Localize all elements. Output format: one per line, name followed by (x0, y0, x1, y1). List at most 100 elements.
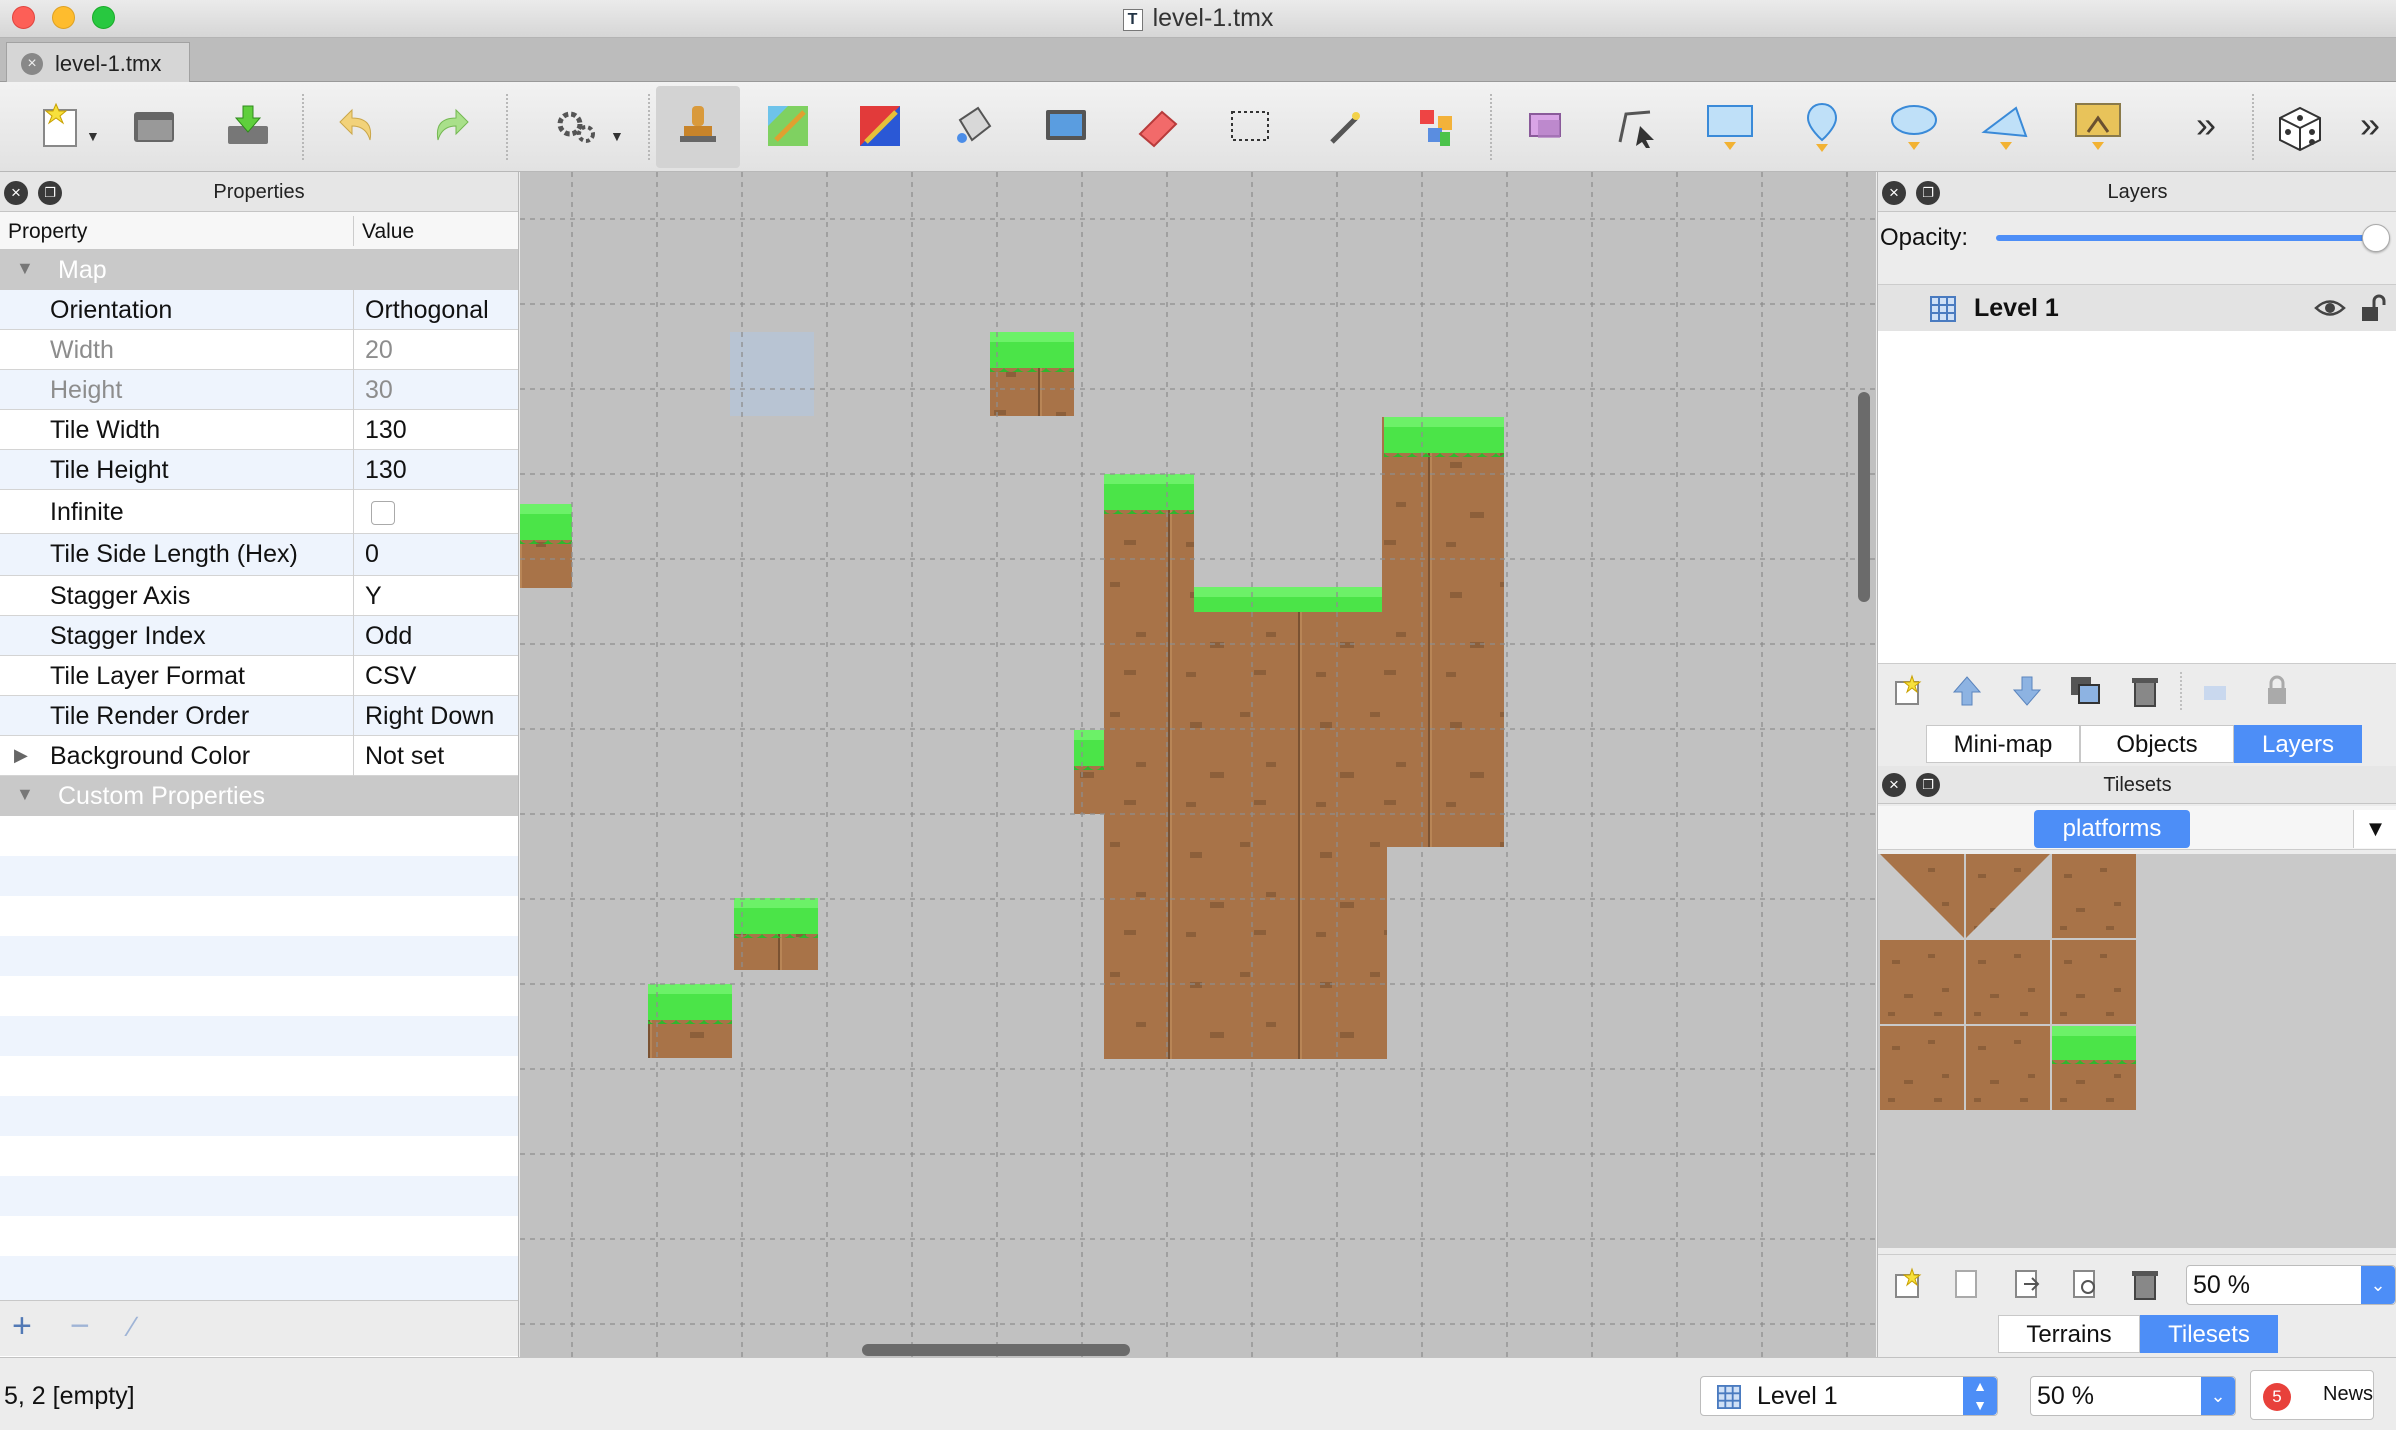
property-row-orientation[interactable]: Orientation Orthogonal (0, 290, 518, 330)
current-layer-select[interactable]: Level 1 ▲ ▼ (1700, 1376, 1998, 1416)
close-panel-icon[interactable]: × (1882, 181, 1906, 205)
tile-dirt[interactable] (1880, 940, 1964, 1024)
float-panel-icon[interactable]: ❐ (38, 181, 62, 205)
property-row-tile-width[interactable]: Tile Width 130 (0, 410, 518, 450)
delete-layer-icon[interactable] (2128, 674, 2162, 708)
new-tileset-icon[interactable] (1892, 1267, 1926, 1301)
close-panel-icon[interactable]: × (4, 181, 28, 205)
vertical-scrollbar[interactable] (1858, 392, 1870, 602)
tab-level-1[interactable]: × level-1.tmx (6, 42, 190, 82)
infinite-checkbox[interactable] (371, 501, 395, 525)
property-value[interactable]: 0 (365, 540, 379, 569)
property-row-tile-layer-format[interactable]: Tile Layer Format CSV (0, 656, 518, 696)
undo-icon[interactable] (330, 96, 390, 156)
layer-row-level-1[interactable]: Level 1 (1878, 285, 2396, 331)
updown-arrows-icon[interactable]: ▲ ▼ (1963, 1377, 1997, 1415)
property-value[interactable]: CSV (365, 662, 416, 691)
horizontal-scrollbar[interactable] (862, 1344, 1130, 1356)
embed-tileset-icon[interactable] (1950, 1267, 1984, 1301)
tile-grass-top[interactable] (2052, 1026, 2136, 1110)
map-canvas[interactable] (520, 172, 1876, 1357)
select-objects-icon[interactable] (1516, 96, 1576, 156)
wang-brush-icon[interactable] (850, 96, 910, 156)
chevron-down-icon[interactable]: ▼ (610, 128, 624, 144)
select-same-tile-icon[interactable] (1406, 96, 1466, 156)
overflow-chevron-icon[interactable]: » (2196, 104, 2216, 146)
bucket-fill-icon[interactable] (944, 96, 1004, 156)
property-row-tile-height[interactable]: Tile Height 130 (0, 450, 518, 490)
group-map[interactable]: ▼ Map (0, 250, 518, 290)
disclosure-triangle-icon[interactable]: ▼ (16, 258, 34, 279)
tile-slope-right[interactable] (1966, 854, 2050, 938)
tab-objects[interactable]: Objects (2080, 725, 2234, 763)
property-row-stagger-axis[interactable]: Stagger Axis Y (0, 576, 518, 616)
eye-visibility-icon[interactable] (2314, 297, 2346, 319)
magic-wand-icon[interactable] (1314, 96, 1374, 156)
insert-rectangle-icon[interactable] (1700, 96, 1760, 156)
redo-icon[interactable] (418, 96, 478, 156)
add-property-icon[interactable]: + (12, 1307, 32, 1346)
tile-dirt[interactable] (1880, 1026, 1964, 1110)
terrain-brush-icon[interactable] (758, 96, 818, 156)
remove-tileset-icon[interactable] (2128, 1267, 2162, 1301)
news-button[interactable]: 5 News (2250, 1370, 2374, 1420)
insert-point-icon[interactable] (1792, 96, 1852, 156)
commands-icon[interactable] (546, 96, 606, 156)
zoom-select[interactable]: 50 % ⌄ (2030, 1376, 2236, 1416)
shape-fill-icon[interactable] (1036, 96, 1096, 156)
chevron-down-icon[interactable]: ▼ (2353, 810, 2396, 848)
property-row-hex-side-length[interactable]: Tile Side Length (Hex) 0 (0, 534, 518, 576)
tile-dirt[interactable] (2052, 940, 2136, 1024)
layer-properties-icon[interactable] (2198, 674, 2232, 708)
property-value[interactable]: Y (365, 582, 382, 611)
insert-tile-icon[interactable] (2068, 96, 2128, 156)
insert-polygon-icon[interactable] (1976, 96, 2036, 156)
lower-layer-icon[interactable] (2010, 674, 2044, 708)
new-map-icon[interactable] (34, 96, 94, 156)
raise-layer-icon[interactable] (1950, 674, 1984, 708)
tileset-tab-platforms[interactable]: platforms (2034, 810, 2190, 848)
value-column-label[interactable]: Value (362, 220, 414, 244)
group-custom-properties[interactable]: ▼ Custom Properties (0, 776, 518, 816)
property-value[interactable]: Not set (365, 742, 444, 771)
close-tab-icon[interactable]: × (21, 53, 43, 75)
save-icon[interactable] (218, 96, 278, 156)
lock-icon[interactable] (2360, 293, 2386, 323)
float-panel-icon[interactable]: ❐ (1916, 773, 1940, 797)
property-row-background-color[interactable]: ▶ Background Color Not set (0, 736, 518, 776)
random-mode-icon[interactable] (2270, 96, 2330, 156)
property-row-height[interactable]: Height 30 (0, 370, 518, 410)
export-tileset-icon[interactable] (2010, 1267, 2044, 1301)
stamp-brush-button[interactable] (656, 86, 740, 168)
eraser-icon[interactable] (1128, 96, 1188, 156)
lock-layer-icon[interactable] (2260, 674, 2294, 708)
edit-tileset-icon[interactable] (2068, 1267, 2102, 1301)
tile-dirt[interactable] (1966, 940, 2050, 1024)
duplicate-layer-icon[interactable] (2068, 674, 2102, 708)
remove-property-icon[interactable]: − (70, 1307, 90, 1346)
opacity-slider-handle[interactable] (2362, 224, 2390, 252)
property-row-tile-render-order[interactable]: Tile Render Order Right Down (0, 696, 518, 736)
tileset-zoom-select[interactable]: 50 % ⌄ (2186, 1265, 2396, 1305)
property-value[interactable]: Right Down (365, 702, 494, 731)
property-row-infinite[interactable]: Infinite (0, 490, 518, 534)
rename-property-icon[interactable]: ∕ (130, 1311, 135, 1343)
disclosure-triangle-icon[interactable]: ▼ (16, 784, 34, 805)
tab-mini-map[interactable]: Mini-map (1926, 725, 2080, 763)
tile-dirt[interactable] (1966, 1026, 2050, 1110)
property-value[interactable]: Odd (365, 622, 412, 651)
disclosure-triangle-icon[interactable]: ▶ (14, 745, 28, 766)
property-row-stagger-index[interactable]: Stagger Index Odd (0, 616, 518, 656)
tile-slope-left[interactable] (1880, 854, 1964, 938)
close-panel-icon[interactable]: × (1882, 773, 1906, 797)
tab-layers[interactable]: Layers (2234, 725, 2362, 763)
overflow-chevron-icon[interactable]: » (2360, 104, 2380, 146)
property-value[interactable]: 130 (365, 416, 407, 445)
float-panel-icon[interactable]: ❐ (1916, 181, 1940, 205)
property-column-label[interactable]: Property (8, 220, 87, 244)
chevron-down-icon[interactable]: ▼ (86, 128, 100, 144)
rectangular-select-icon[interactable] (1220, 96, 1280, 156)
new-layer-icon[interactable] (1892, 674, 1926, 708)
chevron-down-icon[interactable]: ⌄ (2201, 1377, 2235, 1415)
insert-ellipse-icon[interactable] (1884, 96, 1944, 156)
